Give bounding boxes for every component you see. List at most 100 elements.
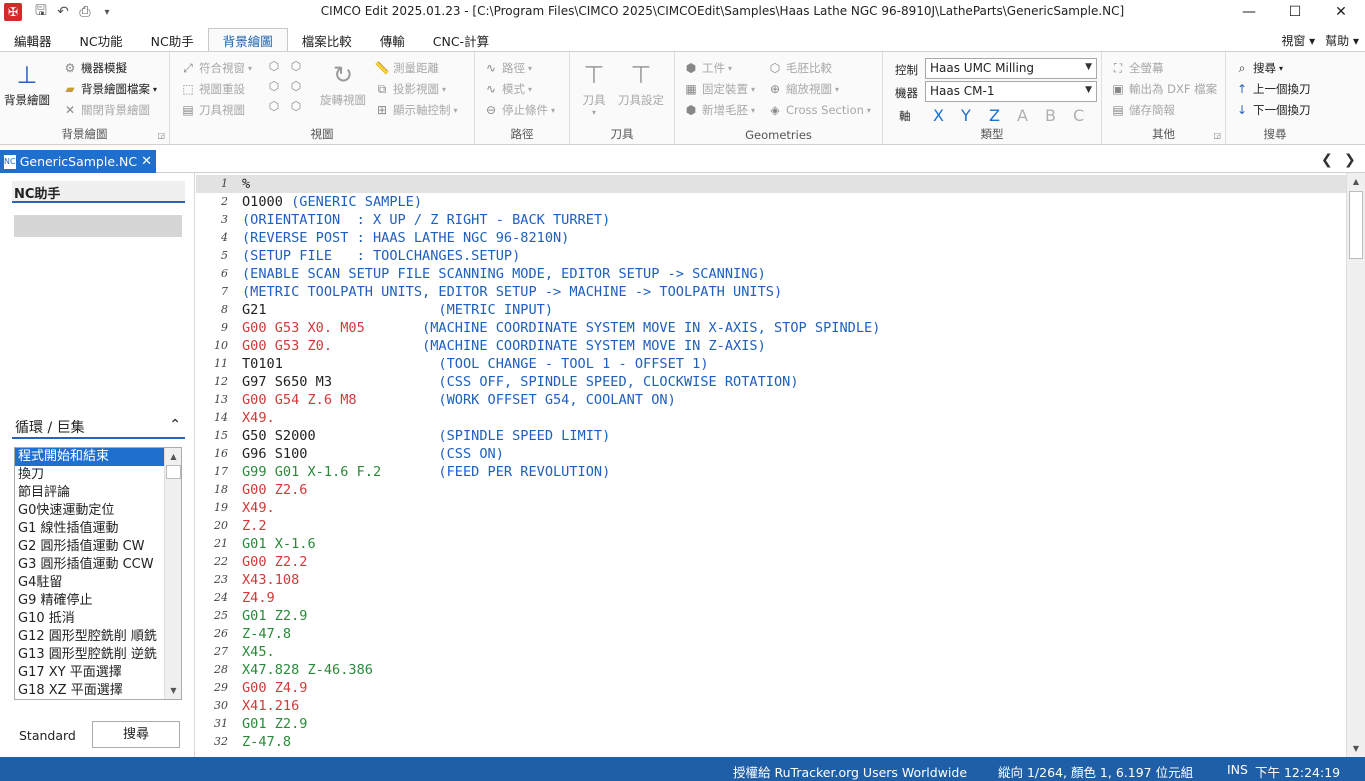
rotate-view-button[interactable]: ↻ 旋轉視圖 xyxy=(320,58,366,108)
code-line[interactable]: 19 X49. xyxy=(196,499,1346,517)
code-line[interactable]: 27 X45. xyxy=(196,643,1346,661)
tab-editor[interactable]: 編輯器 xyxy=(0,28,66,52)
tab-backplot[interactable]: 背景繪圖 xyxy=(207,28,288,52)
path-button[interactable]: ∿ 路徑 ▾ xyxy=(483,60,532,76)
code-line[interactable]: 7 (METRIC TOOLPATH UNITS, EDITOR SETUP ->… xyxy=(196,283,1346,301)
cycles-scrollbar[interactable]: ▲ ▼ xyxy=(164,448,181,699)
code-line[interactable]: 6 (ENABLE SCAN SETUP FILE SCANNING MODE, … xyxy=(196,265,1346,283)
chevron-left-icon[interactable]: ❮ xyxy=(1321,152,1333,168)
code-line[interactable]: 21 G01 X-1.6 xyxy=(196,535,1346,553)
cycle-list-item[interactable]: G9 精確停止 xyxy=(15,592,165,610)
cycle-search-button[interactable]: 搜尋 xyxy=(92,721,180,748)
code-line[interactable]: 16 G96 S100 (CSS ON) xyxy=(196,445,1346,463)
code-line[interactable]: 23 X43.108 xyxy=(196,571,1346,589)
tab-nc-functions[interactable]: NC功能 xyxy=(66,28,137,52)
cycle-list-item[interactable]: G2 圓形插值運動 CW xyxy=(15,538,165,556)
stock-compare-button[interactable]: ⬡ 毛胚比較 xyxy=(767,60,832,76)
code-line[interactable]: 13 G00 G54 Z.6 M8 (WORK OFFSET G54, COOLA… xyxy=(196,391,1346,409)
tool-view-button[interactable]: ▤ 刀具視圖 xyxy=(180,102,245,118)
fixture-button[interactable]: ▦ 固定裝置 ▾ xyxy=(683,81,755,97)
scroll-thumb[interactable] xyxy=(1349,191,1363,259)
cube-icon[interactable]: ⬡ xyxy=(288,58,304,74)
cube-icon[interactable]: ⬡ xyxy=(266,58,282,74)
close-tab-icon[interactable]: ✕ xyxy=(141,154,152,169)
code-line[interactable]: 29 G00 Z4.9 xyxy=(196,679,1346,697)
tab-cnc-calc[interactable]: CNC-計算 xyxy=(419,28,503,52)
scroll-thumb[interactable] xyxy=(166,465,181,479)
chevron-right-icon[interactable]: ❯ xyxy=(1344,152,1356,168)
next-tool-change-button[interactable]: ↓ 下一個換刀 xyxy=(1234,102,1311,118)
cycle-list-item[interactable]: 程式開始和結束 xyxy=(15,448,165,466)
quick-access-dropdown-icon[interactable]: ▾ xyxy=(96,1,118,23)
close-backplot-button[interactable]: ✕ 關閉背景繪圖 xyxy=(62,102,150,118)
cycle-list-item[interactable]: G1 線性插值運動 xyxy=(15,520,165,538)
prev-tool-change-button[interactable]: ↑ 上一個換刀 xyxy=(1234,81,1311,97)
tool-setup-button[interactable]: ⊤ 刀具設定 xyxy=(618,58,664,108)
window-menu[interactable]: 視窗 ▾ xyxy=(1281,32,1315,49)
doc-tab-genericsample[interactable]: NC GenericSample.NC ✕ xyxy=(0,150,156,173)
backplot-file-button[interactable]: ▰ 背景繪圖檔案 ▾ xyxy=(62,81,157,97)
cycle-list-item[interactable]: G3 圓形插值運動 CCW xyxy=(15,556,165,574)
help-menu[interactable]: 幫助 ▾ xyxy=(1325,32,1359,49)
cycle-list-item[interactable]: G4駐留 xyxy=(15,574,165,592)
machine-sim-button[interactable]: ⚙ 機器模擬 xyxy=(62,60,127,76)
code-editor[interactable]: 1% 2 O1000 (GENERIC SAMPLE) 3 (ORIENTATION :… xyxy=(196,173,1346,757)
chevron-up-icon[interactable]: ⌃ xyxy=(169,417,181,433)
workpiece-button[interactable]: ⬢ 工件 ▾ xyxy=(683,60,732,76)
cube-icon[interactable]: ⬡ xyxy=(288,98,304,114)
code-line[interactable]: 9 G00 G53 X0. M05 (MACHINE COORDINATE SYS… xyxy=(196,319,1346,337)
cycle-list-item[interactable]: G10 抵消 xyxy=(15,610,165,628)
code-line[interactable]: 8 G21 (METRIC INPUT) xyxy=(196,301,1346,319)
cube-icon[interactable]: ⬡ xyxy=(288,78,304,94)
code-line[interactable]: 28 X47.828 Z-46.386 xyxy=(196,661,1346,679)
axis-control-button[interactable]: ⊞ 顯示軸控制 ▾ xyxy=(374,102,458,118)
cycle-list-item[interactable]: G18 XZ 平面選擇 xyxy=(15,682,165,699)
minimize-button[interactable]: — xyxy=(1226,0,1272,24)
cycle-list-item[interactable]: G0快速運動定位 xyxy=(15,502,165,520)
cycle-list-item[interactable]: G17 XY 平面選擇 xyxy=(15,664,165,682)
cube-icon[interactable]: ⬡ xyxy=(266,98,282,114)
dialog-launcher-icon[interactable]: ◲ xyxy=(157,131,165,140)
scroll-up-icon[interactable]: ▲ xyxy=(165,448,181,465)
tool-button[interactable]: ⊤ 刀具 ▾ xyxy=(578,58,610,117)
code-line[interactable]: 30 X41.216 xyxy=(196,697,1346,715)
export-dxf-button[interactable]: ▣ 輸出為 DXF 檔案 xyxy=(1110,81,1217,97)
code-line[interactable]: 24 Z4.9 xyxy=(196,589,1346,607)
cycles-header[interactable]: 循環 / 巨集 ⌃ xyxy=(12,417,185,439)
cube-icon[interactable]: ⬡ xyxy=(266,78,282,94)
axis-a-button[interactable]: A xyxy=(1017,106,1028,125)
app-logo-icon[interactable]: ✠ xyxy=(4,3,22,21)
scroll-down-icon[interactable]: ▼ xyxy=(1347,740,1365,757)
axis-y-button[interactable]: Y xyxy=(961,106,971,125)
dialog-launcher-icon[interactable]: ◲ xyxy=(1213,131,1221,140)
tab-transfer[interactable]: 傳輸 xyxy=(366,28,419,52)
code-line[interactable]: 11 T0101 (TOOL CHANGE - TOOL 1 - OFFSET 1… xyxy=(196,355,1346,373)
code-line[interactable]: 20 Z.2 xyxy=(196,517,1346,535)
code-line[interactable]: 32 Z-47.8 xyxy=(196,733,1346,751)
code-line[interactable]: 5 (SETUP FILE : TOOLCHANGES.SETUP) xyxy=(196,247,1346,265)
cycle-list-item[interactable]: G13 圓形型腔銑削 逆銑 xyxy=(15,646,165,664)
cross-section-button[interactable]: ◈ Cross Section ▾ xyxy=(767,102,871,118)
mode-button[interactable]: ∿ 模式 ▾ xyxy=(483,81,532,97)
print-icon[interactable]: ⎙ xyxy=(74,1,96,23)
machine-select[interactable]: Haas CM-1 ▼ xyxy=(925,81,1097,102)
search-button[interactable]: ⌕ 搜尋 ▾ xyxy=(1234,60,1283,76)
maximize-button[interactable]: ☐ xyxy=(1272,0,1318,24)
code-line[interactable]: 10 G00 G53 Z0. (MACHINE COORDINATE SYSTEM… xyxy=(196,337,1346,355)
backplot-button[interactable]: ⊥ 背景繪圖 xyxy=(4,58,50,108)
code-line[interactable]: 1% xyxy=(196,175,1346,193)
code-line[interactable]: 25 G01 Z2.9 xyxy=(196,607,1346,625)
measure-distance-button[interactable]: 📏 測量距離 xyxy=(374,60,439,76)
fullscreen-button[interactable]: ⛶ 全螢幕 xyxy=(1110,60,1164,76)
add-stock-button[interactable]: ⬢ 新增毛胚 ▾ xyxy=(683,102,755,118)
fit-view-button[interactable]: ⤢ 符合視窗 ▾ xyxy=(180,60,252,76)
save-presentation-button[interactable]: ▤ 儲存簡報 xyxy=(1110,102,1175,118)
code-line[interactable]: 14 X49. xyxy=(196,409,1346,427)
stop-condition-button[interactable]: ⊖ 停止條件 ▾ xyxy=(483,102,555,118)
projection-view-button[interactable]: ⧉ 投影視圖 ▾ xyxy=(374,81,446,97)
save-icon[interactable]: 🖫 xyxy=(30,1,52,23)
code-line[interactable]: 15 G50 S2000 (SPINDLE SPEED LIMIT) xyxy=(196,427,1346,445)
scroll-up-icon[interactable]: ▲ xyxy=(1347,173,1365,190)
reset-view-button[interactable]: ⬚ 視圖重設 xyxy=(180,81,245,97)
cycle-list-item[interactable]: G12 圓形型腔銑削 順銑 xyxy=(15,628,165,646)
